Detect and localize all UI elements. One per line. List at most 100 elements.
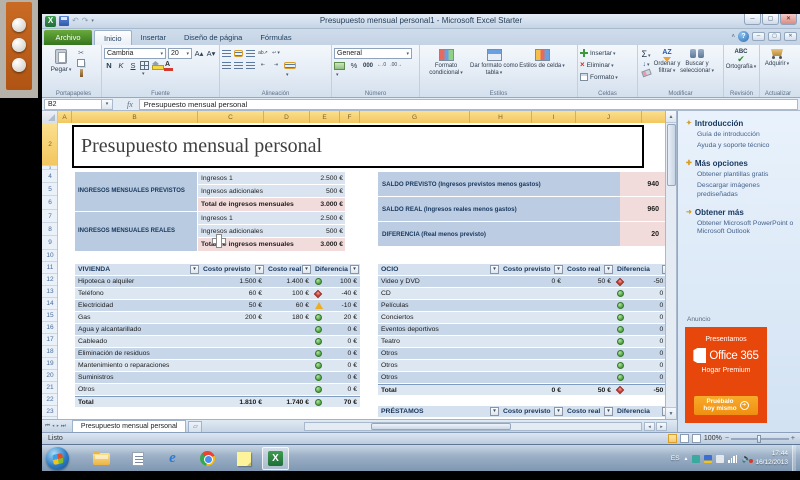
insert-cells-button[interactable]: Insertar bbox=[580, 47, 635, 59]
table-row[interactable]: Otros 0 € bbox=[378, 372, 672, 384]
align-middle-icon[interactable] bbox=[234, 50, 243, 57]
row-header[interactable]: 5 bbox=[42, 183, 58, 196]
grow-font-icon[interactable]: A▴ bbox=[194, 48, 204, 59]
copy-icon[interactable] bbox=[77, 59, 85, 67]
column-header[interactable]: F bbox=[340, 111, 360, 123]
vertical-scroll-thumb[interactable] bbox=[667, 124, 676, 186]
cell-costo-previsto[interactable] bbox=[500, 336, 564, 348]
cell-costo-previsto[interactable] bbox=[500, 360, 564, 372]
summary-row[interactable]: SALDO REAL (Ingresos reales menos gastos… bbox=[378, 197, 668, 222]
filter-icon[interactable] bbox=[554, 265, 563, 274]
cell-diferencia[interactable]: 0 € bbox=[614, 348, 672, 360]
cell-costo-real[interactable] bbox=[564, 372, 614, 384]
fx-icon[interactable]: fx bbox=[127, 100, 133, 109]
cell-costo-real[interactable]: 60 € bbox=[265, 300, 312, 312]
cell-concepto[interactable]: Mantenimiento o reparaciones bbox=[75, 360, 200, 372]
cell-diferencia[interactable]: 0 € bbox=[614, 336, 672, 348]
cell-costo-real[interactable]: 1.400 € bbox=[265, 276, 312, 288]
zoom-out-icon[interactable]: − bbox=[725, 435, 729, 442]
cell-concepto[interactable]: Teléfono bbox=[75, 288, 200, 300]
cell-diferencia[interactable]: -40 € bbox=[312, 288, 360, 300]
cell-concepto[interactable]: CD bbox=[378, 288, 500, 300]
font-name-select[interactable]: Cambria bbox=[104, 48, 166, 59]
table-row[interactable]: Gas 200 € 180 € 20 € bbox=[75, 312, 360, 324]
row-header[interactable]: 2 bbox=[42, 123, 58, 166]
fill-icon[interactable]: ↓ bbox=[642, 61, 649, 68]
decrease-indent-icon[interactable]: ⇤ bbox=[258, 60, 268, 71]
cell-diferencia[interactable]: 0 € bbox=[312, 348, 360, 360]
table-row[interactable]: Electricidad 50 € 60 € -10 € bbox=[75, 300, 360, 312]
column-header[interactable]: C bbox=[198, 111, 264, 123]
table-row[interactable]: Otros 0 € bbox=[75, 384, 360, 396]
percent-format-button[interactable]: % bbox=[349, 60, 359, 71]
row-header[interactable]: 12 bbox=[42, 274, 58, 286]
row-header[interactable]: 9 bbox=[42, 236, 58, 250]
row-header[interactable]: 10 bbox=[42, 250, 58, 262]
merge-center-icon[interactable] bbox=[284, 62, 296, 69]
zoom-slider[interactable]: − + bbox=[725, 435, 795, 442]
table-row[interactable]: Suministros 0 € bbox=[75, 372, 360, 384]
ribbon-tab[interactable]: Inicio bbox=[94, 30, 132, 45]
filter-icon[interactable] bbox=[490, 407, 499, 416]
row-header[interactable]: 8 bbox=[42, 223, 58, 236]
normal-view-icon[interactable] bbox=[668, 434, 677, 443]
cell-costo-previsto[interactable] bbox=[500, 324, 564, 336]
tray-app-icon[interactable] bbox=[692, 455, 700, 463]
increase-decimal-icon[interactable]: ←.0 bbox=[377, 63, 386, 68]
cell-diferencia[interactable]: 0 € bbox=[312, 324, 360, 336]
cell-concepto[interactable]: Gas bbox=[75, 312, 200, 324]
table-row[interactable]: Otros 0 € bbox=[378, 360, 672, 372]
row-header[interactable]: 13 bbox=[42, 286, 58, 298]
conditional-formatting-button[interactable]: Formato condicional bbox=[422, 47, 470, 87]
cell-costo-previsto[interactable] bbox=[200, 324, 265, 336]
select-all-corner[interactable] bbox=[42, 111, 58, 123]
spelling-button[interactable]: ABC ✔ Ortografía bbox=[726, 47, 756, 87]
table-row[interactable]: Conciertos 0 € bbox=[378, 312, 672, 324]
cell-concepto[interactable]: Otros bbox=[378, 360, 500, 372]
wrap-text-icon[interactable]: ↩ bbox=[271, 48, 281, 59]
format-as-table-button[interactable]: Dar formato como tabla bbox=[470, 47, 518, 87]
table-row[interactable]: Teatro 0 € bbox=[378, 336, 672, 348]
filter-icon[interactable] bbox=[490, 265, 499, 274]
cell-concepto[interactable]: Películas bbox=[378, 300, 500, 312]
filter-icon[interactable] bbox=[255, 265, 264, 274]
cell-costo-real[interactable]: 50 € bbox=[564, 276, 614, 288]
row-header[interactable]: 20 bbox=[42, 370, 58, 382]
cell-concepto[interactable]: Suministros bbox=[75, 372, 200, 384]
taskbar-documents[interactable] bbox=[124, 447, 151, 470]
clock[interactable]: 17:44 16/12/2013 bbox=[755, 450, 788, 468]
zoom-in-icon[interactable]: + bbox=[791, 435, 795, 442]
taskbar-explorer[interactable] bbox=[88, 447, 115, 470]
row-header[interactable]: 23 bbox=[42, 406, 58, 417]
number-format-select[interactable]: General bbox=[334, 48, 412, 59]
italic-button[interactable]: K bbox=[116, 60, 126, 71]
income-row[interactable]: Ingresos adicionales 500 € bbox=[198, 185, 345, 198]
cell-concepto[interactable]: Teatro bbox=[378, 336, 500, 348]
tray-shield-icon[interactable] bbox=[704, 455, 712, 463]
borders-icon[interactable] bbox=[140, 61, 149, 70]
align-top-icon[interactable] bbox=[222, 50, 231, 57]
show-desktop-button[interactable] bbox=[792, 445, 796, 471]
cell-diferencia[interactable]: 0 € bbox=[614, 324, 672, 336]
filter-icon[interactable] bbox=[190, 265, 199, 274]
scroll-down-icon[interactable]: ▼ bbox=[666, 407, 676, 419]
cell-diferencia[interactable]: 0 € bbox=[614, 300, 672, 312]
row-header[interactable]: 19 bbox=[42, 358, 58, 370]
window-controls[interactable]: ─ ▢ ✕ bbox=[744, 14, 797, 25]
cell-costo-real[interactable] bbox=[265, 348, 312, 360]
table-row[interactable]: Películas 0 € bbox=[378, 300, 672, 312]
table-row[interactable]: Video y DVD 0 € 50 € -50 € bbox=[378, 276, 672, 288]
row-header[interactable]: 21 bbox=[42, 382, 58, 394]
scroll-right-icon[interactable]: ▸ bbox=[656, 422, 667, 431]
ribbon-tab[interactable]: Diseño de página bbox=[175, 30, 251, 45]
cell-diferencia[interactable]: 100 € bbox=[312, 276, 360, 288]
cell-costo-real[interactable]: 180 € bbox=[265, 312, 312, 324]
table-row[interactable]: Otros 0 € bbox=[378, 348, 672, 360]
sort-filter-button[interactable]: AZ Ordenar y filtrar bbox=[652, 47, 682, 87]
fill-color-icon[interactable] bbox=[151, 61, 161, 70]
cell-costo-previsto[interactable] bbox=[200, 336, 265, 348]
filter-icon[interactable] bbox=[350, 265, 359, 274]
taskbar-excel-active[interactable]: X bbox=[262, 447, 289, 470]
align-center-icon[interactable] bbox=[234, 62, 243, 69]
cell-styles-button[interactable]: Estilos de celda bbox=[518, 47, 566, 87]
